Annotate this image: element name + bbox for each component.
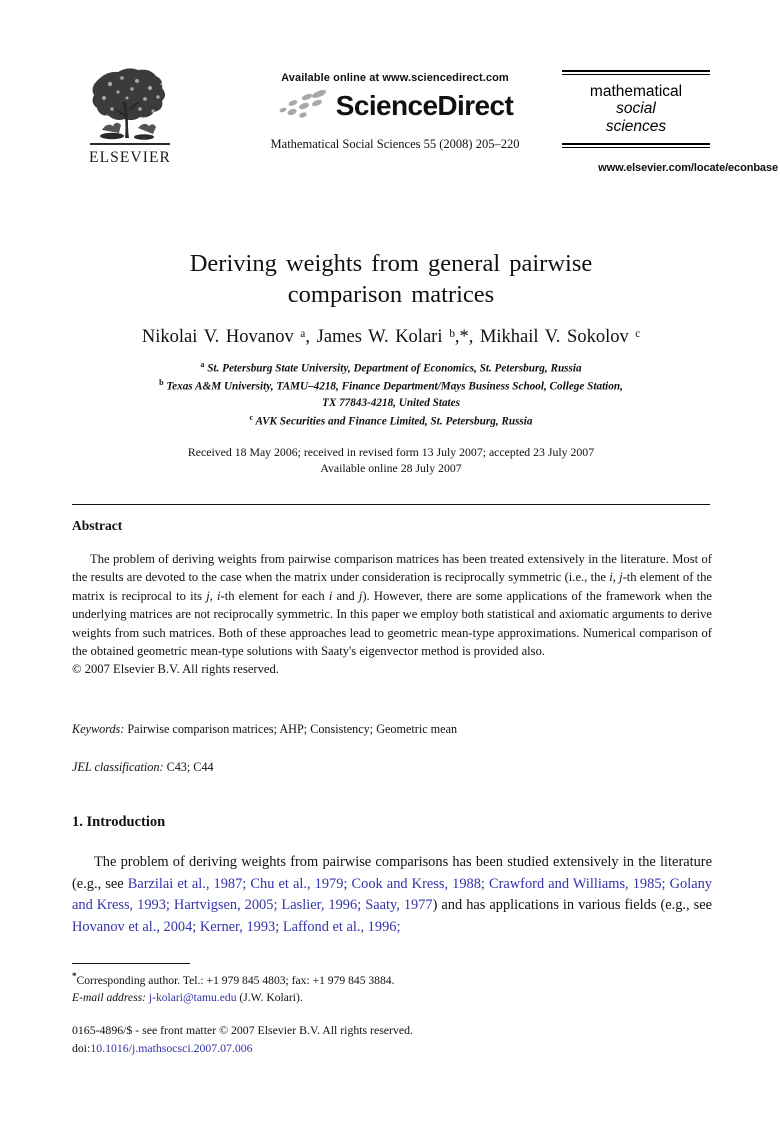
abstract-section: Abstract The problem of deriving weights… (72, 518, 712, 679)
email-address-link[interactable]: j-kolari@tamu.edu (149, 991, 237, 1004)
elsevier-logo: ELSEVIER (74, 64, 186, 167)
keywords-line: Keywords: Pairwise comparison matrices; … (72, 722, 712, 737)
corresponding-author-note: *Corresponding author. Tel.: +1 979 845 … (72, 970, 572, 989)
article-history-line-1: Received 18 May 2006; received in revise… (187, 444, 595, 459)
paper-title-line-1: Deriving weights from general pairwise (189, 250, 593, 277)
footnote-divider (72, 963, 190, 964)
article-history: Received 18 May 2006; received in revise… (70, 444, 712, 477)
available-online-text: Available online at www.sciencedirect.co… (281, 72, 509, 84)
doi-line: doi:10.1016/j.mathsocsci.2007.07.006 (72, 1040, 592, 1058)
keywords-label: Keywords: (72, 722, 125, 736)
page-title: Deriving weights from general pairwise c… (70, 248, 712, 311)
affiliation-a-marker: a (200, 359, 205, 369)
journal-logo-line-2: social (616, 100, 656, 118)
journal-logo-line-3: sciences (605, 117, 667, 135)
affiliation-b-text-line-2: TX 77843-4218, United States (322, 397, 460, 409)
affiliation-b-marker: b (159, 378, 164, 388)
affiliation-list: a St. Petersburg State University, Depar… (70, 359, 712, 431)
introduction-paragraph: The problem of deriving weights from pai… (72, 852, 712, 938)
abstract-text-part-5: -th element for each (220, 588, 329, 603)
footnote-block: *Corresponding author. Tel.: +1 979 845 … (72, 970, 572, 1007)
journal-logo-rule-bottom (562, 143, 710, 149)
introduction-mid-text: ) and has applications in various fields… (432, 897, 712, 914)
abstract-text-part-6: and (332, 588, 359, 603)
email-address-owner: (J.W. Kolari). (239, 991, 303, 1005)
abstract-text-part-4: , (209, 588, 218, 603)
journal-logo-line-1: mathematical (589, 83, 683, 100)
affiliation-b-text-line-1: Texas A&M University, TAMU–4218, Finance… (166, 381, 623, 394)
corresponding-author-text: Corresponding author. Tel.: +1 979 845 4… (76, 973, 395, 987)
paper-title-line-2: comparison matrices (287, 281, 495, 309)
affiliation-a: a St. Petersburg State University, Depar… (70, 359, 712, 378)
section-heading-introduction: 1. Introduction (72, 814, 166, 830)
article-first-page: ELSEVIER Available online at www.science… (0, 0, 780, 1134)
doi-link[interactable]: 10.1016/j.mathsocsci.2007.07.006 (90, 1041, 252, 1055)
author-list: Nikolai V. Hovanov ᵃ, James W. Kolari ᵇ,… (141, 326, 641, 347)
sciencedirect-logo: ScienceDirect (220, 89, 570, 123)
abstract-copyright: © 2007 Elsevier B.V. All rights reserved… (72, 662, 279, 677)
affiliation-a-text: St. Petersburg State University, Departm… (207, 362, 582, 375)
journal-logo: mathematical social sciences (560, 70, 712, 149)
jel-classification-line: JEL classification: C43; C44 (72, 760, 712, 775)
elsevier-wordmark: ELSEVIER (89, 149, 171, 166)
affiliation-c: c AVK Securities and Finance Limited, St… (70, 412, 712, 431)
journal-citation-line: Mathematical Social Sciences 55 (2008) 2… (270, 137, 520, 151)
keywords-value: Pairwise comparison matrices; AHP; Consi… (127, 722, 458, 736)
affiliation-c-text: AVK Securities and Finance Limited, St. … (255, 415, 533, 428)
sciencedirect-swoosh-icon (277, 89, 331, 123)
elsevier-tree-icon (82, 64, 178, 148)
doi-label: doi: (72, 1040, 91, 1055)
jel-value: C43; C44 (166, 760, 214, 774)
journal-logo-title: mathematical social sciences (560, 75, 712, 143)
jel-label: JEL classification: (72, 760, 164, 774)
article-history-line-2: Available online 28 July 2007 (320, 460, 462, 475)
sciencedirect-block: Available online at www.sciencedirect.co… (220, 72, 570, 152)
affiliation-b: b Texas A&M University, TAMU–4218, Finan… (70, 377, 712, 412)
abstract-text: The problem of deriving weights from pai… (72, 550, 712, 660)
abstract-divider (72, 504, 710, 505)
email-address-label: E-mail address: (72, 991, 146, 1005)
issn-line: 0165-4896/$ - see front matter © 2007 El… (72, 1023, 413, 1037)
email-note: E-mail address: j-kolari@tamu.edu (J.W. … (72, 989, 572, 1006)
affiliation-c-marker: c (249, 412, 254, 422)
footer-block: 0165-4896/$ - see front matter © 2007 El… (72, 1022, 592, 1057)
journal-homepage-url[interactable]: www.elsevier.com/locate/econbase (598, 162, 778, 174)
title-block: Deriving weights from general pairwise c… (70, 248, 712, 476)
citation-group-2[interactable]: Hovanov et al., 2004; Kerner, 1993; Laff… (72, 919, 400, 935)
sciencedirect-wordmark: ScienceDirect (335, 90, 514, 121)
abstract-heading: Abstract (72, 518, 123, 533)
